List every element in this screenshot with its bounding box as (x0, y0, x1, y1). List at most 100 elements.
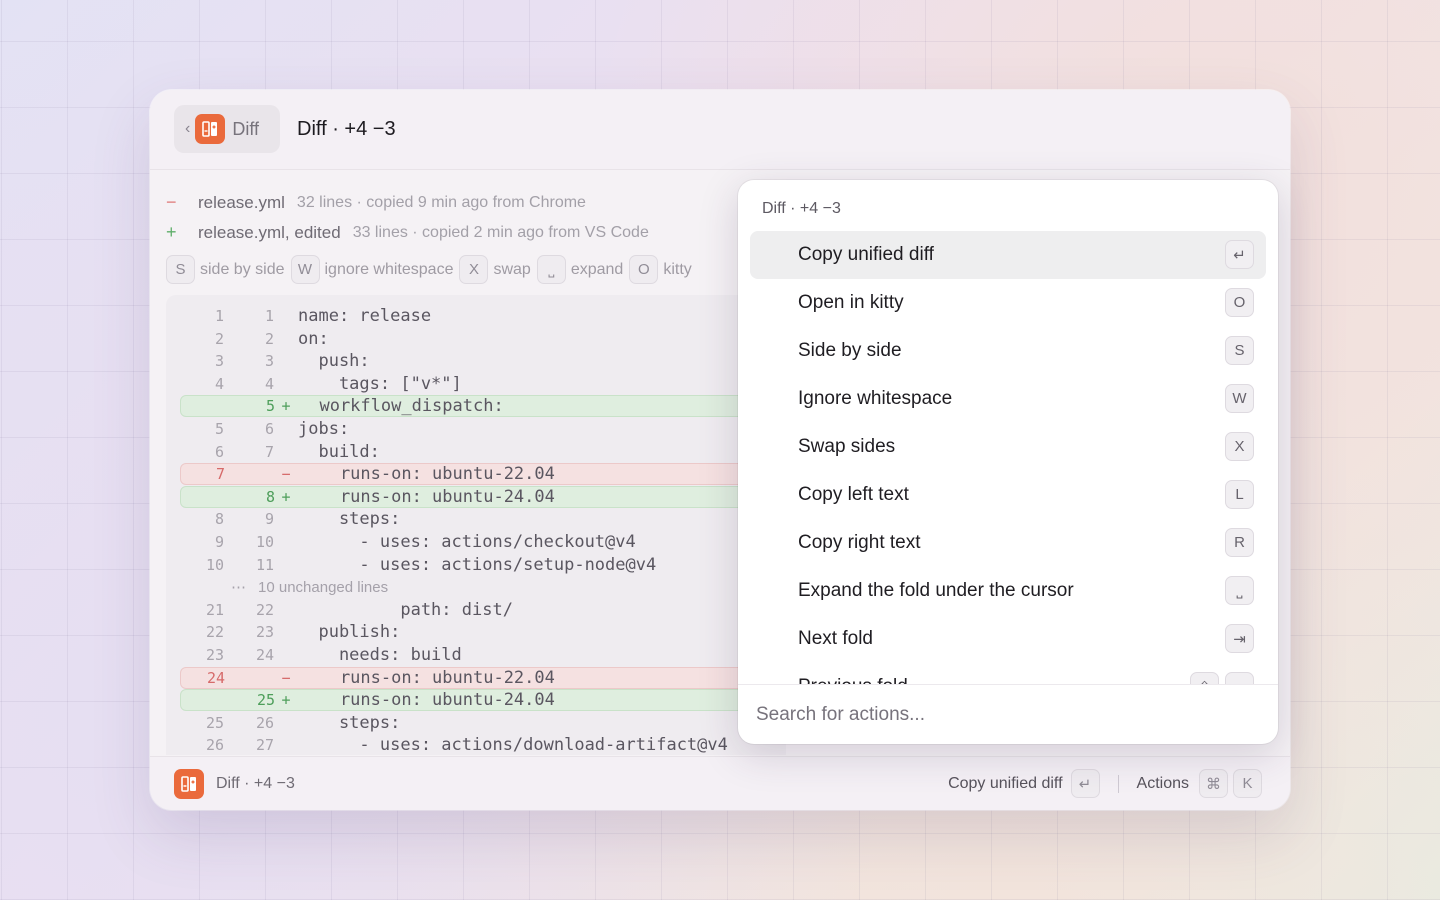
left-line-number: 2 (214, 329, 224, 348)
left-line-number: 6 (214, 442, 224, 461)
right-line-number: 3 (264, 352, 274, 371)
hint-key[interactable]: ⎵ (536, 255, 566, 284)
action-item[interactable]: Ignore whitespace W (750, 375, 1266, 423)
left-line-number: 4 (214, 374, 224, 393)
line-text: build: (298, 441, 380, 462)
added-line: 5 + workflow_dispatch: (180, 395, 786, 418)
right-line-number: 24 (255, 646, 274, 664)
left-line-number: 10 (205, 555, 224, 574)
added-line: 25 + runs-on: ubuntu-24.04 (180, 689, 786, 712)
line-text: runs-on: ubuntu-22.04 (299, 667, 555, 688)
footer-bar: Diff · +4 −3 Copy unified diff ↵ Actions… (150, 756, 1290, 810)
shortcut-key: ⇧ (1190, 672, 1219, 684)
line-text: tags: ["v*"] (298, 373, 462, 394)
action-item[interactable]: Swap sides X (750, 423, 1266, 471)
actions-button[interactable]: Actions (1137, 775, 1189, 793)
shortcut-key: L (1225, 480, 1254, 509)
context-line: 1 1 name: release (180, 305, 786, 327)
action-item[interactable]: Copy right text R (750, 519, 1266, 567)
chevron-left-icon: ‹ (185, 120, 191, 137)
action-list[interactable]: Copy unified diff ↵ Open in kitty O Side by … (738, 230, 1278, 684)
diff-marker: + (281, 487, 291, 506)
shortcut-key: X (1225, 432, 1254, 461)
action-item[interactable]: Previous fold⇧⇥ (750, 663, 1266, 684)
return-key-icon: ↵ (1070, 769, 1100, 798)
left-line-number: 21 (205, 600, 224, 619)
shortcut-key: ⇥ (1225, 624, 1254, 653)
action-item[interactable]: Side by side S (750, 327, 1266, 375)
context-line: 26 27 - uses: actions/download-artifact@v… (180, 734, 786, 755)
shortcut-keys: ⎵ (1219, 576, 1254, 605)
context-line: 23 24 needs: build (180, 644, 786, 666)
removed-line: 7 − runs-on: ubuntu-22.04 (180, 463, 786, 486)
right-line-number: 22 (255, 600, 274, 619)
hint-key[interactable]: X (459, 255, 489, 284)
shortcut-keys: X (1219, 432, 1254, 461)
right-file-meta: 33 lines · copied 2 min ago from VS Code (352, 223, 649, 241)
shortcut-hints: Sside by side Wignore whitespace Xswap ⎵… (166, 255, 698, 284)
shortcut-keys: O (1219, 288, 1254, 317)
left-line-number: 22 (205, 623, 224, 642)
action-label: Ignore whitespace (798, 388, 953, 409)
fold-indicator[interactable]: ⋯ 10 unchanged lines (180, 578, 388, 597)
left-file-name: release.yml (198, 192, 285, 212)
context-line: 6 7 build: (180, 441, 786, 463)
context-line: 2 2 on: (180, 328, 786, 350)
context-line: 4 4 tags: ["v*"] (180, 373, 786, 395)
action-label: Side by side (798, 340, 902, 361)
shortcut-key: R (1225, 528, 1254, 557)
action-item[interactable]: Open in kitty O (750, 279, 1266, 327)
context-line: 25 26 steps: (180, 712, 786, 734)
line-text: workflow_dispatch: (299, 396, 504, 417)
action-item[interactable]: Copy unified diff ↵ (750, 231, 1266, 279)
line-text: on: (298, 328, 329, 349)
diff-marker: + (281, 691, 291, 710)
line-text: runs-on: ubuntu-22.04 (299, 464, 555, 485)
search-area (738, 684, 1278, 744)
action-label: Copy right text (798, 532, 921, 553)
context-line: 8 9 steps: (180, 508, 786, 530)
removed-sign: − (166, 192, 177, 212)
page-title: Diff · +4 −3 (297, 118, 396, 140)
shortcut-key: S (1225, 336, 1254, 365)
search-input[interactable] (756, 699, 1256, 731)
left-file-meta: 32 lines · copied 9 min ago from Chrome (296, 193, 586, 211)
hint-label: expand (570, 260, 624, 278)
added-sign: + (166, 222, 177, 242)
action-item[interactable]: Copy left text L (750, 471, 1266, 519)
line-text: publish: (298, 622, 401, 643)
back-button[interactable]: ‹ Diff (174, 105, 280, 153)
action-label: Copy unified diff (798, 244, 934, 265)
right-line-number: 27 (255, 736, 274, 755)
left-file-info: − release.yml 32 lines · copied 9 min ag… (166, 192, 586, 213)
line-text: jobs: (298, 419, 350, 439)
right-line-number: 8 (265, 487, 275, 506)
action-label: Next fold (798, 628, 873, 649)
left-line-number: 1 (214, 307, 224, 325)
added-line: 8 + runs-on: ubuntu-24.04 (180, 485, 786, 508)
action-label: Open in kitty (798, 292, 904, 313)
action-item[interactable]: Expand the fold under the cursor ⎵ (750, 567, 1266, 615)
left-line-number: 25 (205, 713, 224, 732)
right-file-name: release.yml, edited (198, 222, 341, 242)
diff-code-view[interactable]: 1 1 name: release 2 2 on: 3 3 push: 4 4 tags: ["v… (166, 295, 786, 755)
shortcut-key: ↵ (1225, 240, 1254, 269)
shortcut-keys: W (1219, 384, 1254, 413)
action-label: Previous fold (798, 676, 908, 684)
action-item[interactable]: Next fold ⇥ (750, 615, 1266, 663)
header: ‹ Diff Diff · +4 −3 (150, 90, 1290, 170)
context-line: 3 3 push: (180, 350, 786, 372)
action-label: Swap sides (798, 436, 896, 457)
shortcut-key: W (1225, 384, 1254, 413)
action-palette: Diff · +4 −3 Copy unified diff ↵ Open in k… (738, 180, 1278, 744)
right-line-number: 25 (256, 691, 275, 710)
left-line-number: 23 (205, 646, 224, 664)
diff-marker: + (281, 397, 291, 416)
command-key-icon: ⌘ (1199, 769, 1228, 798)
hint-key[interactable]: S (166, 255, 195, 284)
palette-title: Diff · +4 −3 (762, 200, 841, 217)
line-text: push: (298, 351, 370, 372)
hint-key[interactable]: O (629, 255, 659, 284)
primary-action-button[interactable]: Copy unified diff (948, 775, 1062, 793)
hint-key[interactable]: W (290, 255, 320, 284)
